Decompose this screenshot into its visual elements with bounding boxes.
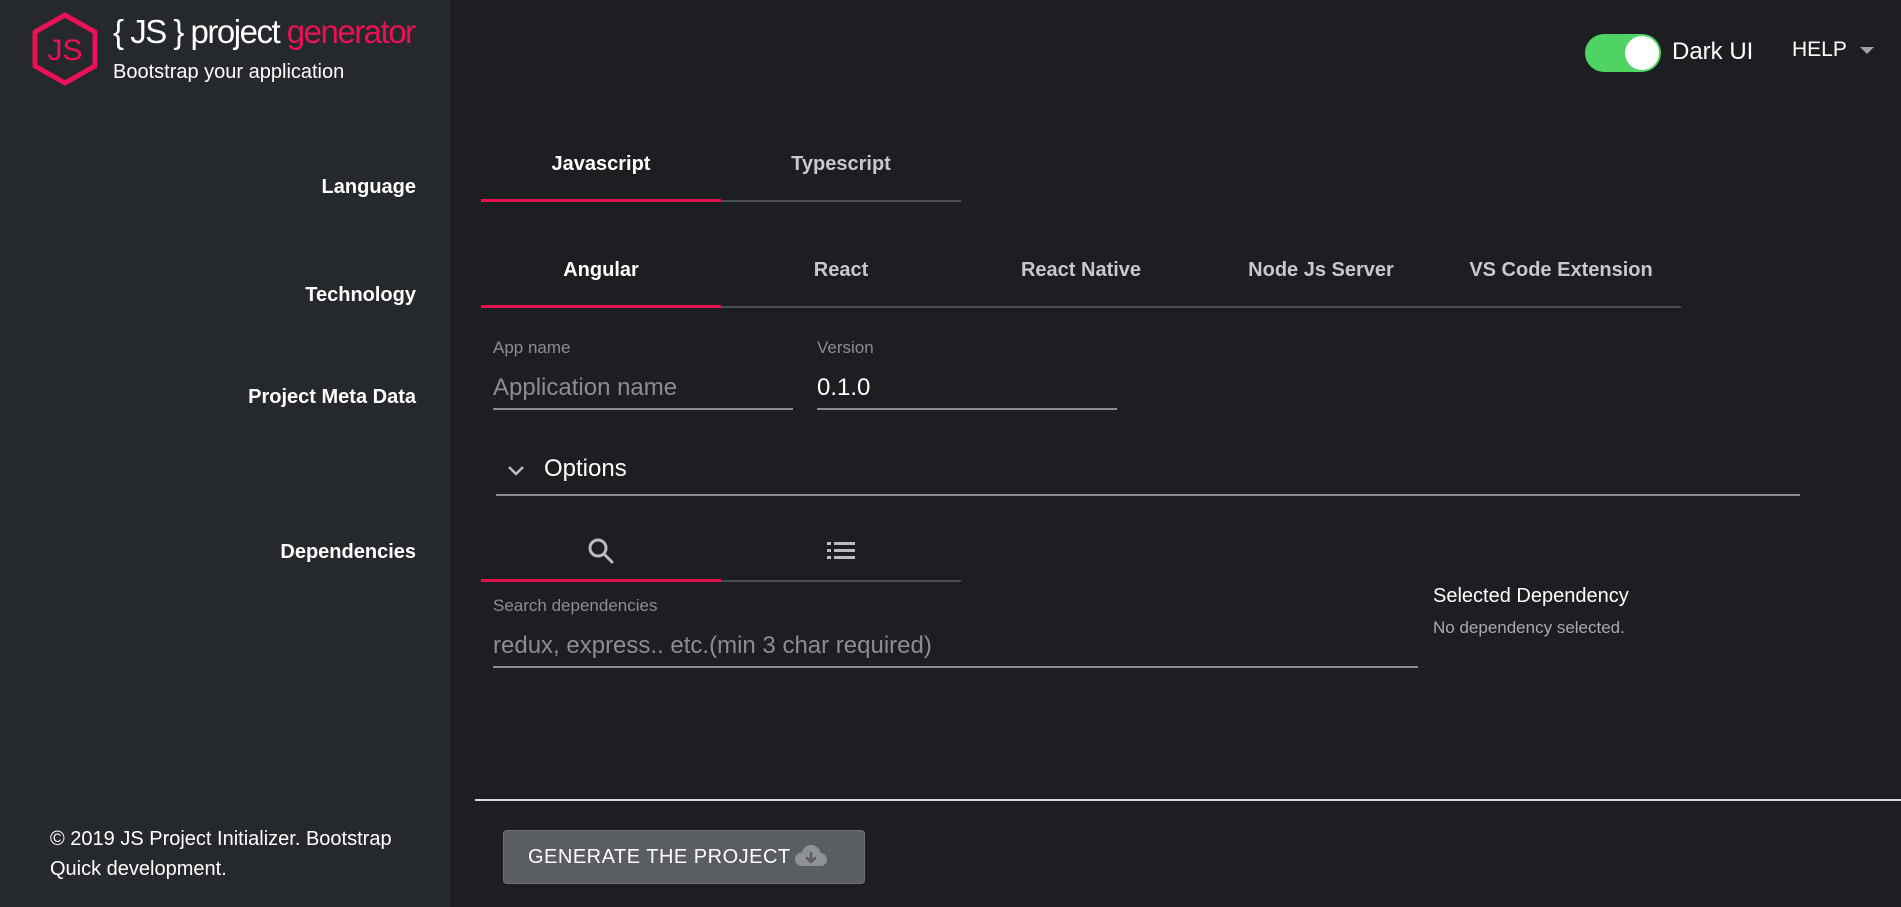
toggle-knob <box>1625 36 1659 70</box>
section-label-meta: Project Meta Data <box>248 386 416 408</box>
section-label-technology: Technology <box>305 284 416 306</box>
tab-javascript[interactable]: Javascript <box>481 146 721 202</box>
brand-title-accent: generator <box>286 13 416 50</box>
options-label: Options <box>544 455 627 482</box>
section-label-dependencies: Dependencies <box>280 541 416 563</box>
tab-react-native[interactable]: React Native <box>961 252 1201 306</box>
brand-title: { JS } project generator <box>113 10 416 54</box>
footer-text: © 2019 JS Project Initializer. Bootstrap… <box>50 828 392 880</box>
tab-node-js-server[interactable]: Node Js Server <box>1201 252 1441 306</box>
app-name-field: App name <box>493 338 793 410</box>
version-label: Version <box>817 338 874 357</box>
search-dependencies-label: Search dependencies <box>493 596 658 615</box>
brand-title-prefix: { JS } project <box>113 13 287 50</box>
search-dependencies-field: Search dependencies <box>493 596 1418 668</box>
generate-project-button[interactable]: GENERATE THE PROJECT <box>503 830 865 884</box>
search-dependencies-input[interactable] <box>493 632 1418 660</box>
options-accordion[interactable]: Options <box>496 452 1800 496</box>
tab-react[interactable]: React <box>721 252 961 306</box>
chevron-down-icon <box>508 466 524 476</box>
caret-down-icon[interactable] <box>1860 47 1874 54</box>
version-input[interactable] <box>817 374 1117 402</box>
version-field: Version <box>817 338 1117 410</box>
language-tabs: Javascript Typescript <box>481 146 961 202</box>
tab-search-dependencies[interactable] <box>481 522 721 582</box>
dark-ui-toggle[interactable] <box>1585 34 1661 72</box>
generate-project-label: GENERATE THE PROJECT <box>528 845 791 868</box>
technology-tabs: Angular React React Native Node Js Serve… <box>481 252 1681 308</box>
tab-typescript[interactable]: Typescript <box>721 146 961 200</box>
app-name-label: App name <box>493 338 571 357</box>
section-label-language: Language <box>321 176 416 198</box>
dependency-tabs <box>481 522 961 582</box>
divider <box>475 799 1901 801</box>
selected-dependency-title: Selected Dependency <box>1433 585 1629 607</box>
js-logo-icon: JS <box>32 12 98 86</box>
brand-subtitle: Bootstrap your application <box>113 61 345 83</box>
logo-text: JS <box>47 34 82 67</box>
sidebar: JS { JS } project generator Bootstrap yo… <box>0 0 450 907</box>
app-name-input[interactable] <box>493 374 793 402</box>
help-menu[interactable]: HELP <box>1792 36 1847 64</box>
cloud-download-icon <box>794 845 827 866</box>
dark-ui-label: Dark UI <box>1672 38 1754 65</box>
tab-angular[interactable]: Angular <box>481 252 721 308</box>
list-icon <box>827 542 855 559</box>
tab-list-dependencies[interactable] <box>721 522 961 580</box>
tab-vs-code-extension[interactable]: VS Code Extension <box>1441 252 1681 306</box>
search-icon <box>588 538 614 564</box>
selected-dependency-empty: No dependency selected. <box>1433 618 1625 637</box>
